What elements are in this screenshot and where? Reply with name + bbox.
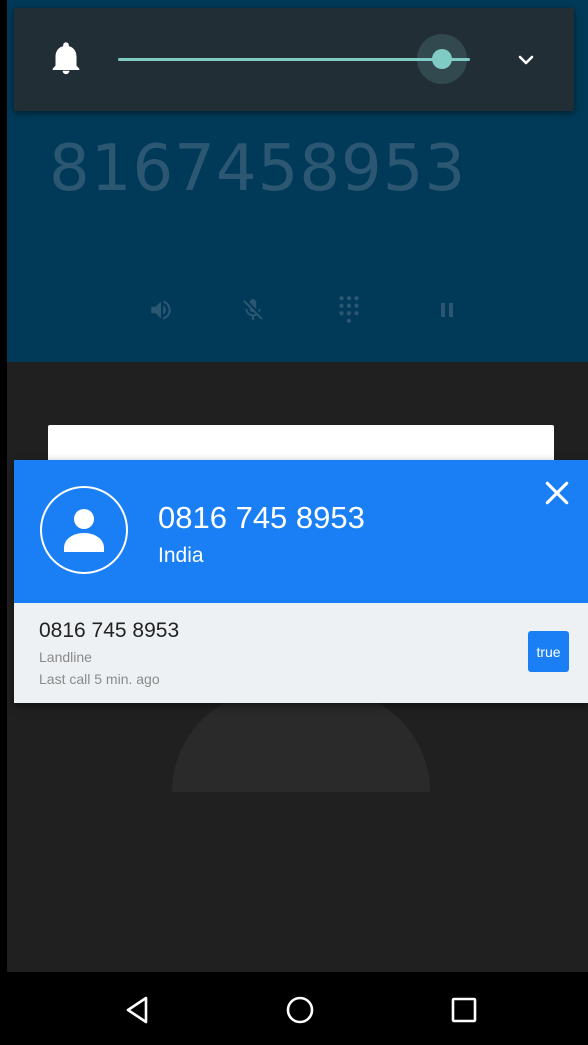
caller-details: 0816 745 8953 Landline Last call 5 min. … [14,603,588,703]
contact-silhouette [172,690,430,792]
caller-id-header: 0816 745 8953 India [14,460,588,603]
volume-slider-thumb[interactable] [431,49,452,69]
back-icon[interactable] [122,994,154,1026]
recents-icon[interactable] [448,994,480,1026]
close-icon[interactable] [544,480,570,506]
detail-number: 0816 745 8953 [39,619,180,642]
person-icon [64,509,104,552]
last-call-info: Last call 5 min. ago [39,671,160,687]
line-type: Landline [39,649,92,665]
avatar [40,486,128,574]
dialed-number: 8167458953 [49,132,467,206]
pause-icon[interactable] [427,290,467,330]
dialpad-icon[interactable] [329,290,369,330]
bell-icon[interactable] [52,42,80,76]
caller-number: 0816 745 8953 [158,500,365,535]
status-badge[interactable]: true [528,631,569,672]
mute-mic-icon[interactable] [233,290,273,330]
home-icon[interactable] [284,994,316,1026]
caller-location: India [158,544,204,567]
navigation-bar [0,972,588,1045]
incall-card [48,425,554,465]
caller-id-overlay[interactable]: 0816 745 8953 India 0816 745 8953 Landli… [14,460,588,703]
speaker-icon[interactable] [141,290,181,330]
chevron-down-icon[interactable] [514,48,538,72]
call-controls [7,290,588,330]
volume-panel [14,8,574,111]
